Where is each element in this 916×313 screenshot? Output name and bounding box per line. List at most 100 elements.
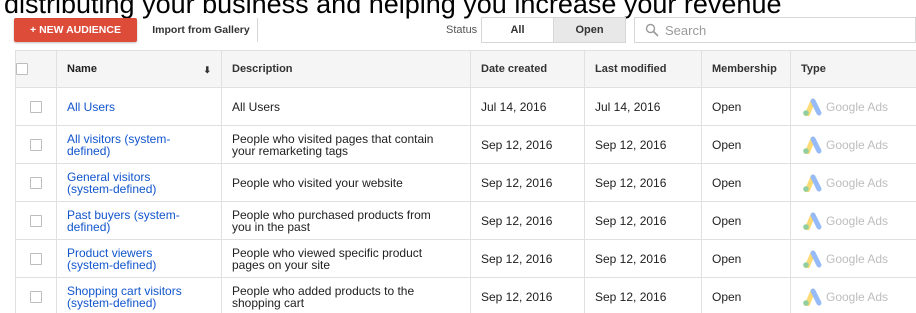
membership-cell: Open — [701, 125, 791, 164]
audience-name-cell: Shopping cart visitors (system-defined) — [56, 277, 222, 313]
membership-cell: Open — [701, 87, 791, 126]
column-header-date-created[interactable]: Date created — [470, 50, 585, 88]
audience-description-line: shopping cart — [232, 295, 305, 310]
audience-table: Name ⬇ Description Date created Last modi… — [15, 50, 916, 313]
row-checkbox[interactable] — [30, 290, 42, 303]
row-checkbox-cell — [15, 239, 57, 278]
import-from-gallery-button[interactable]: Import from Gallery — [145, 18, 258, 42]
audience-name-cell: Product viewers (system-defined) — [56, 239, 222, 278]
type-cell: Google Ads — [790, 201, 916, 240]
type-label: Google Ads — [826, 251, 889, 266]
google-ads-logo-icon — [801, 98, 826, 116]
audience-description-line: your remarketing tags — [232, 143, 349, 158]
audience-name-link[interactable]: (system-defined) — [67, 258, 156, 272]
column-header-type[interactable]: Type — [790, 50, 916, 88]
last-modified-cell: Sep 12, 2016 — [584, 125, 702, 164]
row-checkbox-cell — [15, 163, 57, 202]
audience-name-link[interactable]: defined) — [67, 144, 110, 158]
last-modified-cell: Sep 12, 2016 — [584, 239, 702, 278]
type-label: Google Ads — [826, 175, 889, 190]
select-all-checkbox[interactable] — [16, 63, 28, 76]
status-label: Status — [446, 24, 478, 36]
row-checkbox[interactable] — [30, 138, 42, 151]
type-cell: Google Ads — [790, 163, 916, 202]
select-all-cell — [15, 50, 57, 88]
new-audience-button[interactable]: + NEW AUDIENCE — [14, 18, 137, 42]
membership-cell: Open — [701, 277, 791, 313]
row-checkbox-cell — [15, 277, 57, 313]
table-row[interactable]: All Users All Users Jul 14, 2016 Jul 14, 20… — [15, 87, 916, 126]
row-checkbox[interactable] — [30, 214, 42, 227]
audience-name-link[interactable]: All Users — [67, 100, 115, 114]
table-row[interactable]: General visitors (system-defined) People w… — [15, 163, 916, 202]
type-cell: Google Ads — [790, 239, 916, 278]
membership-cell: Open — [701, 201, 791, 240]
type-label: Google Ads — [826, 137, 889, 152]
audience-name-cell: All visitors (system-defined) — [56, 125, 222, 164]
last-modified-cell: Sep 12, 2016 — [584, 201, 702, 240]
audience-description: People who visited pages that contain you… — [221, 125, 471, 164]
audience-description-line: All Users — [232, 99, 281, 114]
row-checkbox[interactable] — [30, 100, 42, 113]
type-label: Google Ads — [826, 213, 889, 228]
date-created-cell: Sep 12, 2016 — [470, 239, 585, 278]
date-created-cell: Sep 12, 2016 — [470, 201, 585, 240]
column-header-name[interactable]: Name ⬇ — [56, 50, 222, 88]
table-row[interactable]: Product viewers (system-defined) People wh… — [15, 239, 916, 278]
audience-description: People who added products to the shopping… — [221, 277, 471, 313]
table-row[interactable]: Past buyers (system-defined) People who p… — [15, 201, 916, 240]
last-modified-cell: Jul 14, 2016 — [584, 87, 702, 126]
table-row[interactable]: Shopping cart visitors (system-defined) Pe… — [15, 277, 916, 313]
search-input[interactable] — [665, 22, 885, 38]
table-body: All Users All Users Jul 14, 2016 Jul 14, 20… — [15, 87, 916, 313]
membership-cell: Open — [701, 239, 791, 278]
audience-description-line: pages on your site — [232, 257, 331, 272]
column-header-name-label: Name — [67, 62, 97, 75]
table-row[interactable]: All visitors (system-defined) People who … — [15, 125, 916, 164]
last-modified-cell: Sep 12, 2016 — [584, 277, 702, 313]
audience-name-cell: All Users — [56, 87, 222, 126]
date-created-cell: Sep 12, 2016 — [470, 125, 585, 164]
column-header-last-modified[interactable]: Last modified — [584, 50, 702, 88]
type-cell: Google Ads — [790, 87, 916, 126]
audience-name-link[interactable]: (system-defined) — [67, 296, 156, 310]
table-header-row: Name ⬇ Description Date created Last modi… — [15, 50, 916, 88]
row-checkbox-cell — [15, 125, 57, 164]
date-created-cell: Sep 12, 2016 — [470, 277, 585, 313]
audience-description-line: you in the past — [232, 219, 311, 234]
audience-name-cell: General visitors (system-defined) — [56, 163, 222, 202]
row-checkbox-cell — [15, 201, 57, 240]
audience-description: People who viewed specific product pages … — [221, 239, 471, 278]
audience-name-cell: Past buyers (system-defined) — [56, 201, 222, 240]
status-filter-all[interactable]: All — [481, 17, 554, 43]
audience-description-line: People who visited your website — [232, 175, 403, 190]
row-checkbox-cell — [15, 87, 57, 126]
date-created-cell: Jul 14, 2016 — [470, 87, 585, 126]
membership-cell: Open — [701, 163, 791, 202]
sort-arrow-icon[interactable]: ⬇ — [203, 64, 211, 76]
audience-name-link[interactable]: defined) — [67, 220, 110, 234]
google-ads-logo-icon — [801, 212, 826, 230]
audience-name-link[interactable]: (system-defined) — [67, 182, 156, 196]
row-checkbox[interactable] — [30, 252, 42, 265]
search-icon — [645, 23, 659, 37]
type-label: Google Ads — [826, 289, 889, 304]
row-checkbox[interactable] — [30, 176, 42, 189]
audience-description: People who purchased products from you in… — [221, 201, 471, 240]
toolbar: + NEW AUDIENCE Import from Gallery Statu… — [0, 17, 916, 45]
column-header-membership[interactable]: Membership — [701, 50, 791, 88]
google-ads-logo-icon — [801, 136, 826, 154]
type-label: Google Ads — [826, 99, 889, 114]
audience-description: People who visited your website — [221, 163, 471, 202]
google-ads-logo-icon — [801, 288, 826, 306]
google-ads-logo-icon — [801, 250, 826, 268]
column-header-description: Description — [221, 50, 471, 88]
type-cell: Google Ads — [790, 277, 916, 313]
status-filter-open[interactable]: Open — [554, 17, 626, 43]
audience-description: All Users — [221, 87, 471, 126]
last-modified-cell: Sep 12, 2016 — [584, 163, 702, 202]
google-ads-logo-icon — [801, 174, 826, 192]
search-box[interactable] — [634, 17, 916, 43]
date-created-cell: Sep 12, 2016 — [470, 163, 585, 202]
type-cell: Google Ads — [790, 125, 916, 164]
